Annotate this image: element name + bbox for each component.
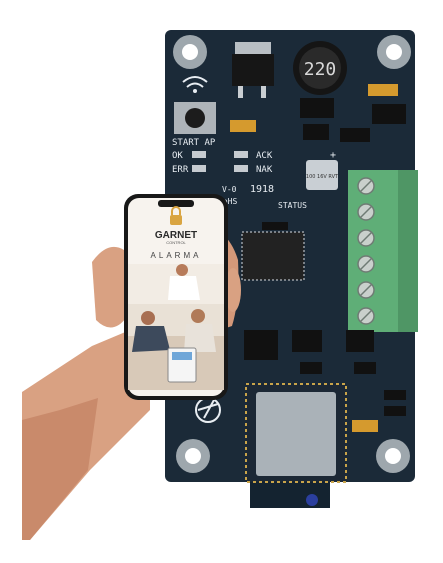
smartphone: GARNET CONTROL ALARMA	[124, 194, 228, 400]
tantalum-capacitor	[352, 420, 378, 432]
led-nak	[234, 165, 248, 172]
ok-label: OK	[172, 151, 183, 161]
start-ap-button[interactable]	[174, 102, 216, 134]
product-photo: 220 START AP OK ERR ACK NAK V-0 RoHS 191…	[22, 30, 418, 540]
terminal-block[interactable]	[348, 170, 418, 332]
led-ack	[234, 151, 248, 158]
resistor	[384, 406, 406, 416]
transistor	[300, 98, 334, 118]
tantalum-capacitor	[230, 120, 256, 132]
version-label: V-0	[222, 185, 237, 194]
plus-marker: +	[330, 150, 336, 161]
brand-subtitle: CONTROL	[166, 240, 186, 245]
capacitor-label: 100 16V RVT	[306, 174, 339, 180]
date-code-label: 1918	[250, 184, 274, 195]
microcontroller-chip	[241, 231, 305, 281]
app-title: ALARMA	[151, 251, 202, 260]
ic-chip	[244, 330, 278, 360]
phone-notch	[158, 200, 194, 207]
electrolytic-capacitor: 100 16V RVT	[306, 160, 339, 190]
resistor-array	[340, 128, 370, 142]
transistor	[292, 330, 322, 352]
resistor	[384, 390, 406, 400]
crystal	[262, 222, 288, 230]
transistor	[303, 124, 329, 140]
inductor: 220	[293, 41, 347, 95]
err-label: ERR	[172, 165, 189, 175]
transistor	[346, 330, 374, 352]
inductor-label: 220	[304, 59, 337, 80]
resistor	[300, 362, 322, 374]
tantalum-capacitor	[368, 84, 398, 96]
diode	[372, 104, 406, 124]
wifi-module	[245, 383, 347, 483]
led-err	[192, 165, 206, 172]
start-ap-label: START AP	[172, 138, 216, 148]
resistor	[354, 362, 376, 374]
family-photo	[128, 264, 224, 390]
status-label: STATUS	[278, 201, 307, 210]
ack-label: ACK	[256, 151, 273, 161]
nak-label: NAK	[256, 165, 273, 175]
led-ok	[192, 151, 206, 158]
